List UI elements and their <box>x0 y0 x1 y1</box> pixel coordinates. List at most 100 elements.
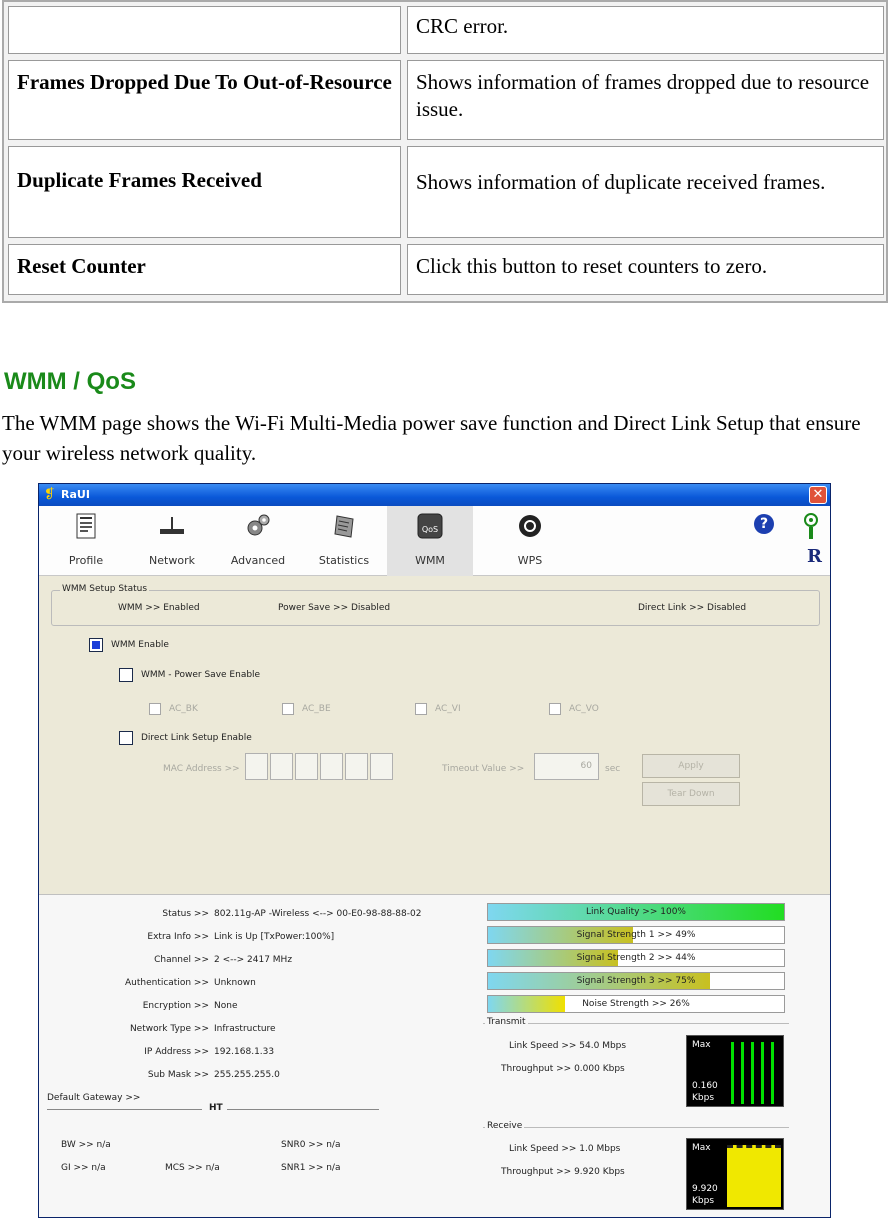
doc-cell-key-2: Duplicate Frames Received <box>8 146 401 238</box>
tx-graph-max: Max <box>692 1040 711 1050</box>
ac-bk-checkbox[interactable] <box>149 703 161 715</box>
encryption-key: Encryption >> <box>142 1001 209 1011</box>
mac-octet-5[interactable] <box>345 753 368 780</box>
help-icon[interactable]: ? <box>754 514 774 534</box>
authentication-key: Authentication >> <box>124 978 209 988</box>
mac-octet-3[interactable] <box>295 753 318 780</box>
tab-network-label: Network <box>149 554 195 567</box>
wmm-setup-status-legend: WMM Setup Status <box>60 584 150 594</box>
statistics-icon <box>334 515 354 538</box>
mac-octet-1[interactable] <box>245 753 268 780</box>
gi-value: GI >> n/a <box>61 1163 106 1173</box>
mac-octet-6[interactable] <box>370 753 393 780</box>
dls-enable-checkbox[interactable] <box>119 731 133 745</box>
encryption-value: None <box>214 1001 238 1011</box>
tear-down-button[interactable]: Tear Down <box>642 782 740 806</box>
link-quality-bar: Link Quality >> 100% <box>487 903 785 921</box>
status-row: Status >> 802.11g-AP -Wireless <--> 00-E… <box>39 909 479 921</box>
doc-cell-value-2: Shows information of duplicate received … <box>407 146 884 238</box>
mcs-value: MCS >> n/a <box>165 1163 220 1173</box>
mac-octet-2[interactable] <box>270 753 293 780</box>
close-button[interactable]: ✕ <box>809 486 827 504</box>
signal-strength-1-bar: Signal Strength 1 >> 49% <box>487 926 785 944</box>
channel-value: 2 <--> 2417 MHz <box>214 955 293 965</box>
ac-vi-label: AC_VI <box>435 704 461 714</box>
snr0-value: SNR0 >> n/a <box>281 1140 341 1150</box>
tab-advanced[interactable]: Advanced <box>215 506 301 576</box>
wmm-panel: WMM Setup Status WMM >> Enabled Power Sa… <box>39 576 830 894</box>
window-title: RaUI <box>61 488 90 501</box>
rx-graph-fill <box>727 1145 781 1207</box>
ac-vi-checkbox[interactable] <box>415 703 427 715</box>
doc-cell-key-0 <box>8 6 401 54</box>
tab-network[interactable]: Network <box>129 506 215 576</box>
mac-octet-4[interactable] <box>320 753 343 780</box>
power-save-enable-label: WMM - Power Save Enable <box>141 670 261 680</box>
power-save-enable-checkbox[interactable] <box>119 668 133 682</box>
tab-statistics-label: Statistics <box>318 554 370 567</box>
ip-address-value: 192.168.1.33 <box>214 1047 275 1057</box>
apply-button[interactable]: Apply <box>642 754 740 778</box>
ip-address-key: IP Address >> <box>144 1047 209 1057</box>
network-type-value: Infrastructure <box>214 1024 276 1034</box>
tab-wps-label: WPS <box>517 554 543 567</box>
ht-label: HT <box>209 1103 223 1113</box>
doc-cell-value-1: Shows information of frames dropped due … <box>407 60 884 140</box>
dls-enable-label: Direct Link Setup Enable <box>141 733 252 743</box>
channel-row: Channel >> 2 <--> 2417 MHz <box>39 955 479 967</box>
tab-statistics[interactable]: Statistics <box>301 506 387 576</box>
doc-table: CRC error. Frames Dropped Due To Out-of-… <box>2 0 888 303</box>
tab-advanced-label: Advanced <box>230 554 286 567</box>
noise-strength-bar: Noise Strength >> 26% <box>487 995 785 1013</box>
network-icon <box>160 517 184 534</box>
ac-vo-checkbox[interactable] <box>549 703 561 715</box>
ht-divider-left <box>47 1109 202 1110</box>
profile-icon <box>76 513 96 539</box>
ip-address-row: IP Address >> 192.168.1.33 <box>39 1047 479 1059</box>
wps-icon <box>519 515 541 537</box>
signal-strength-3-label: Signal Strength 3 >> 75% <box>576 976 696 986</box>
signal-strength-1-label: Signal Strength 1 >> 49% <box>576 930 696 940</box>
rx-graph-value-number: 9.920 <box>692 1184 718 1194</box>
wmm-setup-status-group: WMM Setup Status WMM >> Enabled Power Sa… <box>51 584 820 626</box>
snr1-value: SNR1 >> n/a <box>281 1163 341 1173</box>
title-bar[interactable]: ❡ RaUI ✕ <box>39 484 830 506</box>
default-gateway-key: Default Gateway >> <box>47 1093 141 1103</box>
doc-cell-value-0: CRC error. <box>407 6 884 54</box>
raui-window: ❡ RaUI ✕ Profile Network Advanced Statis… <box>38 483 831 1218</box>
rx-graph-unit: Kbps <box>692 1196 715 1206</box>
default-gateway-row: Default Gateway >> <box>39 1093 479 1105</box>
tx-link-speed: Link Speed >> 54.0 Mbps <box>509 1041 627 1051</box>
transmit-legend: Transmit <box>485 1017 528 1027</box>
connection-status-icon <box>804 513 818 539</box>
signal-strength-2-label: Signal Strength 2 >> 44% <box>576 953 696 963</box>
extra-info-row: Extra Info >> Link is Up [TxPower:100%] <box>39 932 479 944</box>
doc-cell-key-3: Reset Counter <box>8 244 401 295</box>
rx-graph-max: Max <box>692 1143 711 1153</box>
noise-strength-label: Noise Strength >> 26% <box>582 999 690 1009</box>
bw-value: BW >> n/a <box>61 1140 111 1150</box>
ac-be-checkbox[interactable] <box>282 703 294 715</box>
tab-wmm[interactable]: QoS WMM <box>387 506 473 576</box>
authentication-value: Unknown <box>214 978 256 988</box>
ralink-app-icon: ❡ <box>44 487 55 502</box>
tab-wps[interactable]: WPS <box>487 506 573 576</box>
rx-throughput: Throughput >> 9.920 Kbps <box>501 1167 625 1177</box>
tx-graph-unit: Kbps <box>692 1093 715 1103</box>
tx-throughput-graph: Max 0.160 Kbps <box>686 1035 784 1107</box>
rx-graph-value: 9.920 Kbps <box>692 1183 718 1207</box>
channel-key: Channel >> <box>154 955 209 965</box>
section-title: WMM / QoS <box>4 368 136 395</box>
status-key: Status >> <box>162 909 209 919</box>
ac-bk-label: AC_BK <box>169 704 198 714</box>
gears-icon <box>247 514 270 536</box>
tab-profile[interactable]: Profile <box>43 506 129 576</box>
tab-profile-label: Profile <box>68 554 104 567</box>
wmm-enable-label: WMM Enable <box>111 640 169 650</box>
timeout-input[interactable]: 60 <box>534 753 599 780</box>
rx-link-speed: Link Speed >> 1.0 Mbps <box>509 1144 621 1154</box>
mac-address-field[interactable] <box>245 753 395 780</box>
signal-strength-3-bar: Signal Strength 3 >> 75% <box>487 972 785 990</box>
wmm-enable-checkbox[interactable] <box>89 638 103 652</box>
timeout-unit: sec <box>605 764 621 774</box>
